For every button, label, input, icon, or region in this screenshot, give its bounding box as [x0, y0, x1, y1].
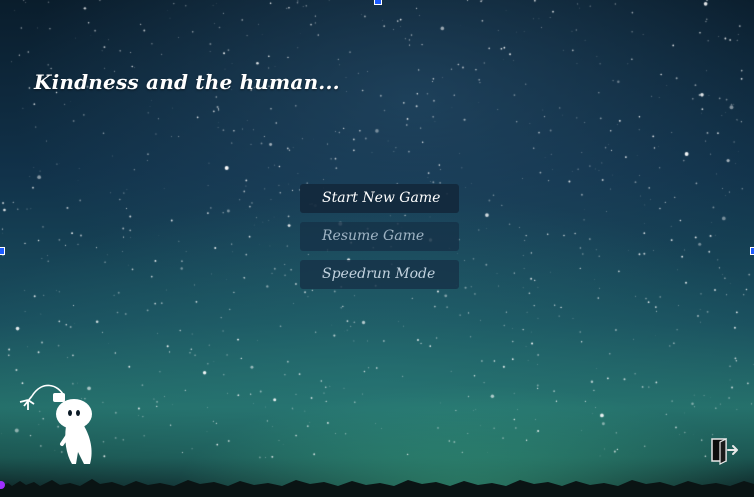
game-title: Kindness and the human... [34, 70, 340, 94]
treeline-silhouette [0, 479, 754, 497]
stick-character-icon [19, 384, 92, 464]
exit-door-icon[interactable] [710, 436, 740, 466]
speedrun-mode-button[interactable]: Speedrun Mode [300, 260, 459, 289]
game-screen: Kindness and the human... Start New Game… [0, 0, 754, 497]
start-new-game-button[interactable]: Start New Game [300, 184, 459, 213]
resume-game-button[interactable]: Resume Game [300, 222, 459, 251]
selection-handle-right[interactable] [750, 247, 754, 255]
main-menu: Start New Game Resume Game Speedrun Mode [300, 184, 459, 298]
selection-handle-top[interactable] [374, 0, 382, 5]
selection-handle-left[interactable] [0, 247, 5, 255]
